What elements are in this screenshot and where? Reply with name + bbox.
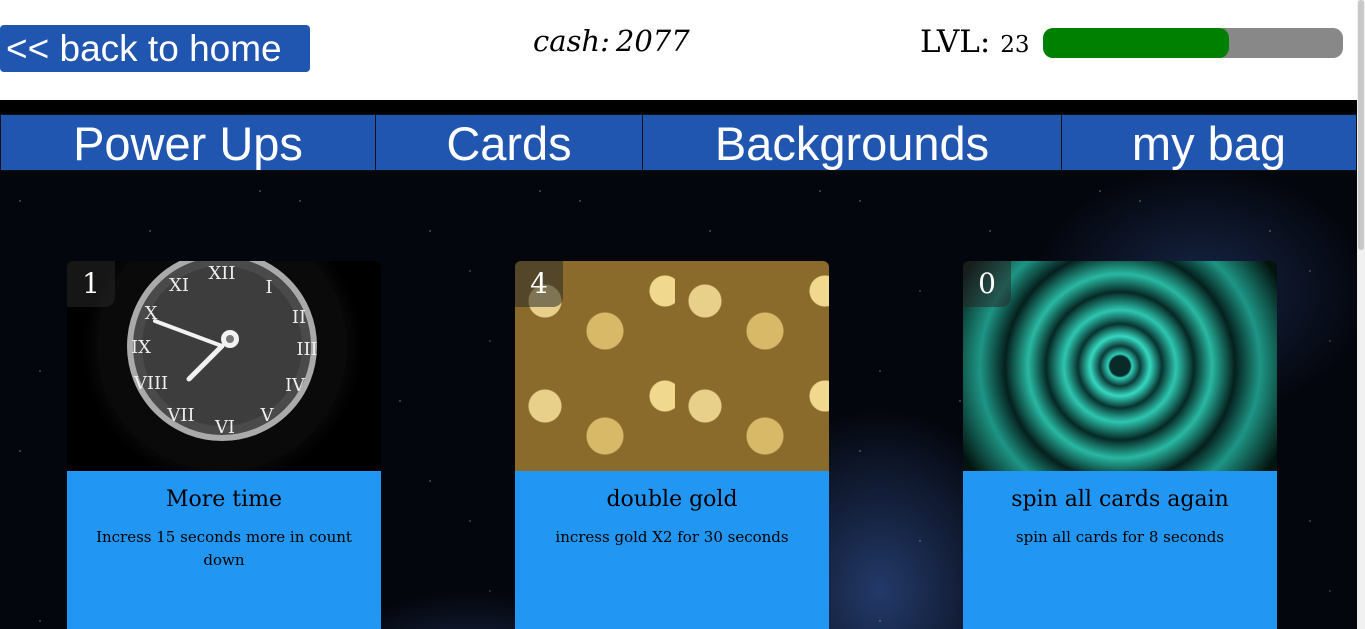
card-body: double gold incress gold X2 for 30 secon… (515, 471, 829, 629)
owned-count-badge: 0 (963, 261, 1011, 307)
powerup-card-double-gold[interactable]: 4 double gold incress gold X2 for 30 sec… (515, 261, 829, 629)
level-label: LVL: (920, 24, 991, 60)
cash-label: cash: (533, 24, 610, 58)
powerup-card-spin-all[interactable]: 0 spin all cards again spin all cards fo… (963, 261, 1277, 629)
svg-text:VIII: VIII (133, 373, 168, 394)
svg-text:XI: XI (169, 275, 189, 296)
powerup-card-more-time[interactable]: XII I II III IV V VI VII VIII IX X XI 1 … (67, 261, 381, 629)
level-display: LVL: 23 (920, 24, 1029, 60)
svg-text:VII: VII (166, 405, 194, 426)
svg-text:V: V (260, 405, 275, 426)
svg-text:IX: IX (131, 337, 151, 358)
card-description: incress gold X2 for 30 seconds (555, 528, 789, 546)
svg-text:XII: XII (208, 263, 235, 284)
gold-coins-image: 4 (515, 261, 829, 471)
shop-tabs: Power Ups Cards Backgrounds my bag (0, 114, 1357, 171)
scrollbar-thumb[interactable] (1358, 0, 1364, 250)
card-title: More time (165, 487, 283, 512)
cash-value: 2077 (615, 24, 690, 58)
tab-power-ups[interactable]: Power Ups (0, 114, 375, 171)
card-title: double gold (606, 487, 738, 512)
card-description: Incress 15 seconds more in count down (96, 528, 352, 569)
svg-text:I: I (265, 277, 272, 298)
cash-display: cash: 2077 (533, 24, 690, 58)
level-value: 23 (1000, 32, 1030, 58)
owned-count-badge: 4 (515, 261, 563, 307)
svg-text:IV: IV (285, 375, 306, 396)
spiral-image: 0 (963, 261, 1277, 471)
owned-count-badge: 1 (67, 261, 115, 307)
tab-cards[interactable]: Cards (375, 114, 642, 171)
card-body: spin all cards again spin all cards for … (963, 471, 1277, 629)
top-header: << back to home cash: 2077 LVL: 23 (0, 0, 1357, 100)
tab-backgrounds[interactable]: Backgrounds (642, 114, 1061, 171)
svg-text:III: III (296, 339, 317, 360)
page-scrollbar[interactable] (1357, 0, 1365, 629)
svg-text:VI: VI (214, 417, 235, 438)
card-title: spin all cards again (1011, 487, 1229, 512)
svg-text:II: II (292, 307, 306, 328)
xp-progress-fill (1043, 28, 1229, 58)
clock-image: XII I II III IV V VI VII VIII IX X XI 1 (67, 261, 381, 471)
card-description: spin all cards for 8 seconds (1015, 528, 1225, 546)
xp-progress-bar (1043, 28, 1343, 58)
tab-my-bag[interactable]: my bag (1061, 114, 1357, 171)
card-body: More time Incress 15 seconds more in cou… (67, 471, 381, 629)
back-to-home-button[interactable]: << back to home (0, 25, 310, 72)
